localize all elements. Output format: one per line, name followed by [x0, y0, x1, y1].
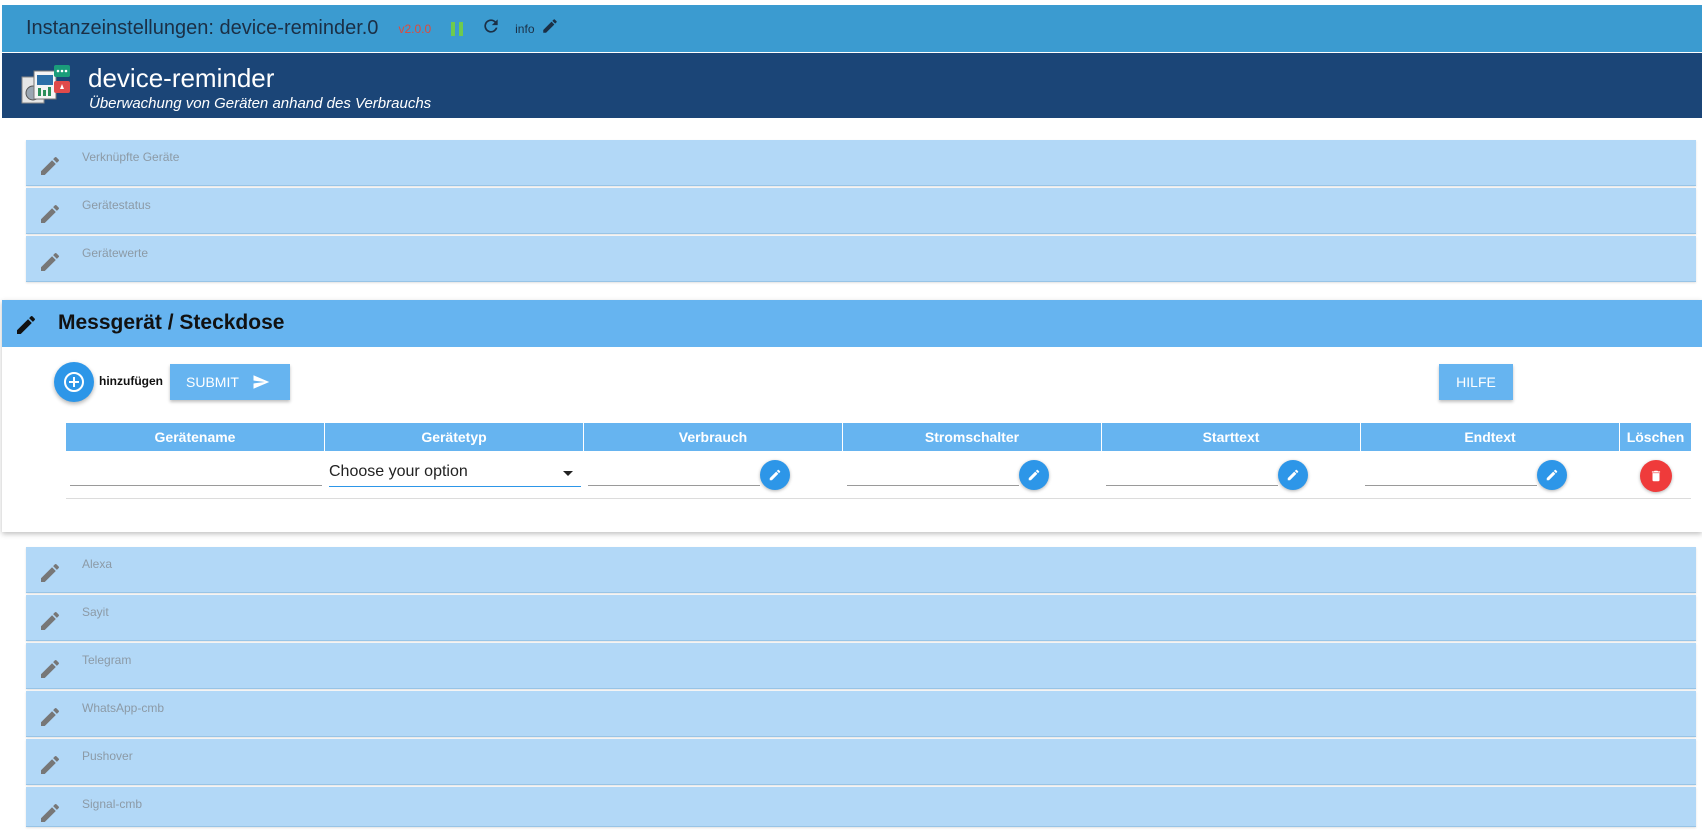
pencil-icon	[38, 801, 62, 825]
add-label: hinzufügen	[99, 374, 163, 388]
section-title: Messgerät / Steckdose	[58, 311, 285, 334]
section-label: Sayit	[82, 605, 109, 619]
section-pushover[interactable]: Pushover	[26, 739, 1696, 785]
pencil-icon	[38, 657, 62, 681]
add-row-button[interactable]	[54, 362, 94, 402]
pencil-icon	[38, 753, 62, 777]
section-whatsapp-cmb[interactable]: WhatsApp-cmb	[26, 691, 1696, 737]
column-endtext: Endtext	[1361, 423, 1620, 451]
stromschalter-cell	[843, 453, 1102, 499]
submit-label: SUBMIT	[186, 374, 239, 390]
section-label: Gerätestatus	[82, 198, 151, 212]
geraetetyp-cell: Choose your option	[325, 453, 584, 499]
endtext-field[interactable]	[1365, 485, 1537, 486]
refresh-icon[interactable]	[481, 16, 501, 42]
starttext-edit-button[interactable]	[1278, 460, 1308, 490]
help-button[interactable]: HILFE	[1439, 364, 1513, 400]
column-verbrauch: Verbrauch	[584, 423, 843, 451]
section-label: Verknüpfte Geräte	[82, 150, 180, 164]
instance-title: Instanzeinstellungen: device-reminder.0	[26, 17, 379, 39]
stromschalter-edit-button[interactable]	[1019, 460, 1049, 490]
edit-icon[interactable]	[541, 17, 559, 40]
section-geraetestatus[interactable]: Gerätestatus	[26, 188, 1696, 234]
section-geraetewerte[interactable]: Gerätewerte	[26, 236, 1696, 282]
pencil-icon	[38, 154, 62, 178]
starttext-field[interactable]	[1106, 485, 1278, 486]
stromschalter-field[interactable]	[847, 485, 1019, 486]
version-label: v2.0.0	[398, 21, 432, 36]
column-starttext: Starttext	[1102, 423, 1361, 451]
pencil-icon	[14, 313, 38, 337]
section-verknuepfte-geraete[interactable]: Verknüpfte Geräte	[26, 140, 1696, 186]
delete-row-button[interactable]	[1640, 460, 1672, 492]
dropdown-arrow-icon	[563, 471, 573, 476]
verbrauch-field[interactable]	[588, 485, 760, 486]
pencil-icon	[38, 561, 62, 585]
pencil-icon	[38, 250, 62, 274]
column-stromschalter: Stromschalter	[843, 423, 1102, 451]
table-row: Choose your option	[66, 453, 1691, 499]
section-messgeraet-steckdose: Messgerät / Steckdose hinzufügen SUBMIT …	[2, 300, 1702, 532]
verbrauch-cell	[584, 453, 843, 499]
geraetetyp-select[interactable]: Choose your option	[329, 459, 581, 487]
endtext-edit-button[interactable]	[1537, 460, 1567, 490]
pencil-icon	[38, 202, 62, 226]
column-geraetetyp: Gerätetyp	[325, 423, 584, 451]
adapter-header: device-reminder Überwachung von Geräten …	[2, 53, 1702, 118]
section-label: Pushover	[82, 749, 133, 763]
submit-button[interactable]: SUBMIT	[170, 364, 290, 400]
section-header[interactable]: Messgerät / Steckdose	[2, 300, 1702, 347]
pencil-icon	[38, 705, 62, 729]
section-label: Gerätewerte	[82, 246, 149, 260]
instance-settings-bar: Instanzeinstellungen: device-reminder.0 …	[2, 5, 1702, 52]
pencil-icon	[38, 609, 62, 633]
section-signal-cmb[interactable]: Signal-cmb	[26, 787, 1696, 827]
verbrauch-edit-button[interactable]	[760, 460, 790, 490]
section-label: Telegram	[82, 653, 132, 667]
starttext-cell	[1102, 453, 1361, 499]
trash-icon	[1651, 470, 1661, 482]
send-icon	[253, 375, 270, 389]
geraetename-field[interactable]	[66, 453, 325, 499]
section-label: Alexa	[82, 557, 113, 571]
column-geraetename: Gerätename	[66, 423, 325, 451]
adapter-logo-icon	[20, 61, 72, 111]
adapter-subtitle: Überwachung von Geräten anhand des Verbr…	[89, 95, 432, 112]
section-telegram[interactable]: Telegram	[26, 643, 1696, 689]
section-label: WhatsApp-cmb	[82, 701, 165, 715]
select-value: Choose your option	[329, 463, 468, 480]
info-link[interactable]: info	[515, 22, 534, 36]
column-loeschen: Löschen	[1626, 429, 1685, 445]
pause-icon[interactable]	[451, 21, 464, 36]
section-label: Signal-cmb	[82, 797, 143, 811]
section-sayit[interactable]: Sayit	[26, 595, 1696, 641]
adapter-name: device-reminder	[88, 63, 275, 93]
section-alexa[interactable]: Alexa	[26, 547, 1696, 593]
table-header: Gerätename Gerätetyp Verbrauch Stromscha…	[66, 423, 1691, 451]
endtext-cell	[1361, 453, 1620, 499]
loeschen-cell	[1620, 453, 1691, 499]
